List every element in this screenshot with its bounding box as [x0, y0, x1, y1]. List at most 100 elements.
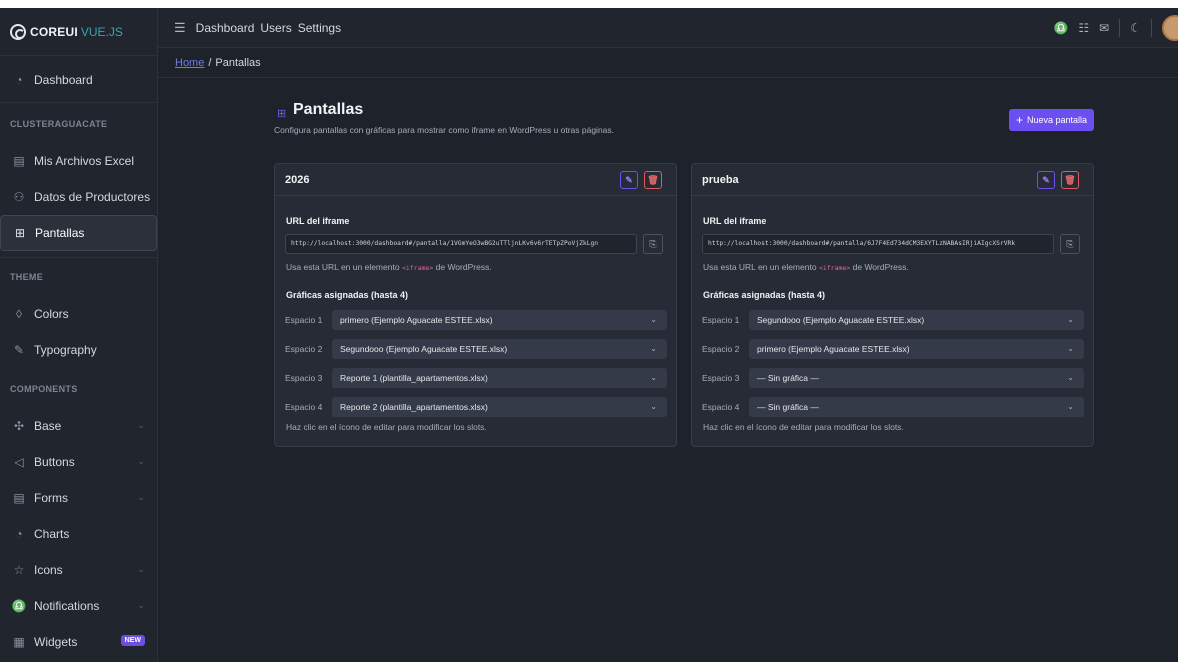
sidebar-item-widgets[interactable]: ▦ Widgets NEW — [0, 624, 157, 660]
sidebar-item-label: Typography — [34, 343, 97, 357]
edit-button[interactable]: ✎ — [620, 171, 638, 189]
sidebar-item-forms[interactable]: ▤ Forms ⌄ — [0, 480, 157, 516]
sidebar-item-label: Notifications — [34, 599, 100, 613]
sidebar-item-charts[interactable]: ◔ Charts — [0, 516, 157, 552]
cursor-icon: ◁ — [14, 455, 24, 469]
sidebar-item-icons[interactable]: ☆ Icons ⌄ — [0, 552, 157, 588]
pantalla-card: prueba ✎ 🗑 URL del iframe http://localho… — [691, 163, 1094, 447]
star-icon: ☆ — [13, 563, 25, 577]
slot-row: Espacio 1 primero (Ejemplo Aguacate ESTE… — [285, 310, 667, 330]
sidebar-item-notifications[interactable]: ♎ Notifications ⌄ — [0, 588, 157, 624]
moon-icon[interactable]: ☾ — [1130, 21, 1141, 35]
bell-icon: ♎ — [11, 599, 27, 613]
slot-label: Espacio 3 — [702, 373, 740, 383]
trash-icon: 🗑 — [647, 174, 659, 185]
edit-button[interactable]: ✎ — [1037, 171, 1055, 189]
chevron-down-icon: ⌄ — [137, 420, 145, 430]
slot-select[interactable]: Reporte 2 (plantilla_apartamentos.xlsx) ⌄ — [332, 397, 667, 417]
pencil-icon: ✎ — [625, 174, 633, 185]
delete-button[interactable]: 🗑 — [1061, 171, 1079, 189]
sidebar-item-label: Mis Archivos Excel — [34, 154, 135, 168]
sidebar-section-title: CLUSTERAGUACATE — [10, 119, 108, 129]
pantalla-card: 2026 ✎ 🗑 URL del iframe http://localhost… — [274, 163, 677, 447]
chevron-down-icon: ⌄ — [137, 600, 145, 610]
chevron-down-icon: ⌄ — [137, 564, 145, 574]
page-title: Pantallas — [293, 101, 364, 118]
sidebar-item-label: Pantallas — [35, 226, 85, 240]
iframe-url-field[interactable]: http://localhost:3000/dashboard#/pantall… — [702, 234, 1054, 254]
sidebar-item-datos-de-productores[interactable]: ⚇ Datos de Productores — [0, 179, 157, 215]
sidebar-item-base[interactable]: ✣ Base ⌄ — [0, 408, 157, 444]
chevron-down-icon: ⌄ — [650, 373, 657, 382]
chevron-down-icon: ⌄ — [1067, 402, 1074, 411]
slot-row: Espacio 2 primero (Ejemplo Aguacate ESTE… — [702, 339, 1084, 359]
sidebar-item-typography[interactable]: ✎ Typography — [0, 332, 157, 368]
delete-button[interactable]: 🗑 — [644, 171, 662, 189]
sidebar-item-pantallas[interactable]: ⊞ Pantallas — [0, 215, 157, 251]
slot-select[interactable]: Segundooo (Ejemplo Aguacate ESTEE.xlsx) ⌄ — [332, 339, 667, 359]
sidebar-item-label: Colors — [34, 307, 69, 321]
url-hint: Usa esta URL en un elemento <iframe> de … — [703, 262, 909, 272]
slot-label: Espacio 2 — [285, 344, 323, 354]
sidebar-item-dashboard[interactable]: ◔ Dashboard — [0, 62, 157, 98]
sidebar-item-colors[interactable]: ◊ Colors — [0, 296, 157, 332]
sidebar-section-title: COMPONENTS — [10, 384, 78, 394]
sidebar-item-label: Charts — [34, 527, 70, 541]
new-pantalla-button[interactable]: + Nueva pantalla — [1009, 109, 1094, 131]
hamburger-menu-icon[interactable]: ☰ — [174, 20, 186, 36]
copy-button[interactable]: ⎘ — [643, 234, 663, 254]
chevron-down-icon: ⌄ — [1067, 373, 1074, 382]
chevron-down-icon: ⌄ — [137, 456, 145, 466]
copy-button[interactable]: ⎘ — [1060, 234, 1080, 254]
brand-name: COREUI — [30, 24, 78, 39]
slot-row: Espacio 4 Reporte 2 (plantilla_apartamen… — [285, 397, 667, 417]
avatar[interactable] — [1162, 15, 1178, 41]
slot-select[interactable]: Reporte 1 (plantilla_apartamentos.xlsx) ⌄ — [332, 368, 667, 388]
header-link-settings[interactable]: Settings — [298, 21, 341, 35]
header-link-users[interactable]: Users — [260, 21, 291, 35]
card-title: 2026 — [285, 173, 310, 186]
slot-select[interactable]: — Sin gráfica — ⌄ — [749, 397, 1084, 417]
chevron-down-icon: ⌄ — [650, 402, 657, 411]
list-icon[interactable]: ☷ — [1078, 21, 1089, 35]
slot-select[interactable]: — Sin gráfica — ⌄ — [749, 368, 1084, 388]
slot-label: Espacio 1 — [702, 315, 740, 325]
slots-hint: Haz clic en el ícono de editar para modi… — [703, 422, 904, 432]
sidebar-item-label: Icons — [34, 563, 63, 577]
slot-select[interactable]: primero (Ejemplo Aguacate ESTEE.xlsx) ⌄ — [749, 339, 1084, 359]
brand-logo[interactable]: COREUI VUE.JS — [0, 8, 157, 56]
iframe-url-field[interactable]: http://localhost:3000/dashboard#/pantall… — [285, 234, 637, 254]
puzzle-icon: ✣ — [13, 419, 25, 433]
pencil-icon: ✎ — [13, 343, 25, 357]
url-label: URL del iframe — [703, 216, 767, 226]
page-subtitle: Configura pantallas con gráficas para mo… — [274, 125, 615, 135]
slots-label: Gráficas asignadas (hasta 4) — [703, 290, 826, 300]
sidebar-item-label: Datos de Productores — [34, 190, 151, 204]
notes-icon: ▤ — [13, 491, 25, 505]
users-icon: ⚇ — [13, 190, 25, 204]
top-header: ☰ Dashboard Users Settings ♎ ☷ ✉ ☾ — [158, 8, 1178, 48]
slot-select[interactable]: primero (Ejemplo Aguacate ESTEE.xlsx) ⌄ — [332, 310, 667, 330]
grid-icon: ⊞ — [14, 226, 26, 240]
sidebar-item-label: Base — [34, 419, 62, 433]
slot-row: Espacio 3 — Sin gráfica — ⌄ — [702, 368, 1084, 388]
trash-icon: 🗑 — [1064, 174, 1076, 185]
slots-hint: Haz clic en el ícono de editar para modi… — [286, 422, 487, 432]
envelope-icon[interactable]: ✉ — [1099, 21, 1109, 35]
sidebar-section-title: THEME — [10, 272, 43, 282]
chart-pie-icon: ◔ — [15, 527, 23, 541]
slot-label: Espacio 4 — [702, 402, 740, 412]
url-label: URL del iframe — [286, 216, 350, 226]
app-window: COREUI VUE.JS ◔ Dashboard CLUSTERAGUACAT… — [0, 8, 1178, 662]
copy-icon: ⎘ — [1066, 238, 1074, 249]
breadcrumb-home-link[interactable]: Home — [175, 57, 204, 69]
sidebar-item-mis-archivos-excel[interactable]: ▤ Mis Archivos Excel — [0, 143, 157, 179]
bell-icon[interactable]: ♎ — [1053, 21, 1068, 35]
slot-select[interactable]: Segundooo (Ejemplo Aguacate ESTEE.xlsx) ⌄ — [749, 310, 1084, 330]
sidebar-item-buttons[interactable]: ◁ Buttons ⌄ — [0, 444, 157, 480]
header-link-dashboard[interactable]: Dashboard — [196, 21, 255, 35]
table-icon: ▤ — [13, 154, 25, 168]
chevron-down-icon: ⌄ — [650, 344, 657, 353]
chevron-down-icon: ⌄ — [1067, 315, 1074, 324]
drop-icon: ◊ — [16, 307, 22, 321]
